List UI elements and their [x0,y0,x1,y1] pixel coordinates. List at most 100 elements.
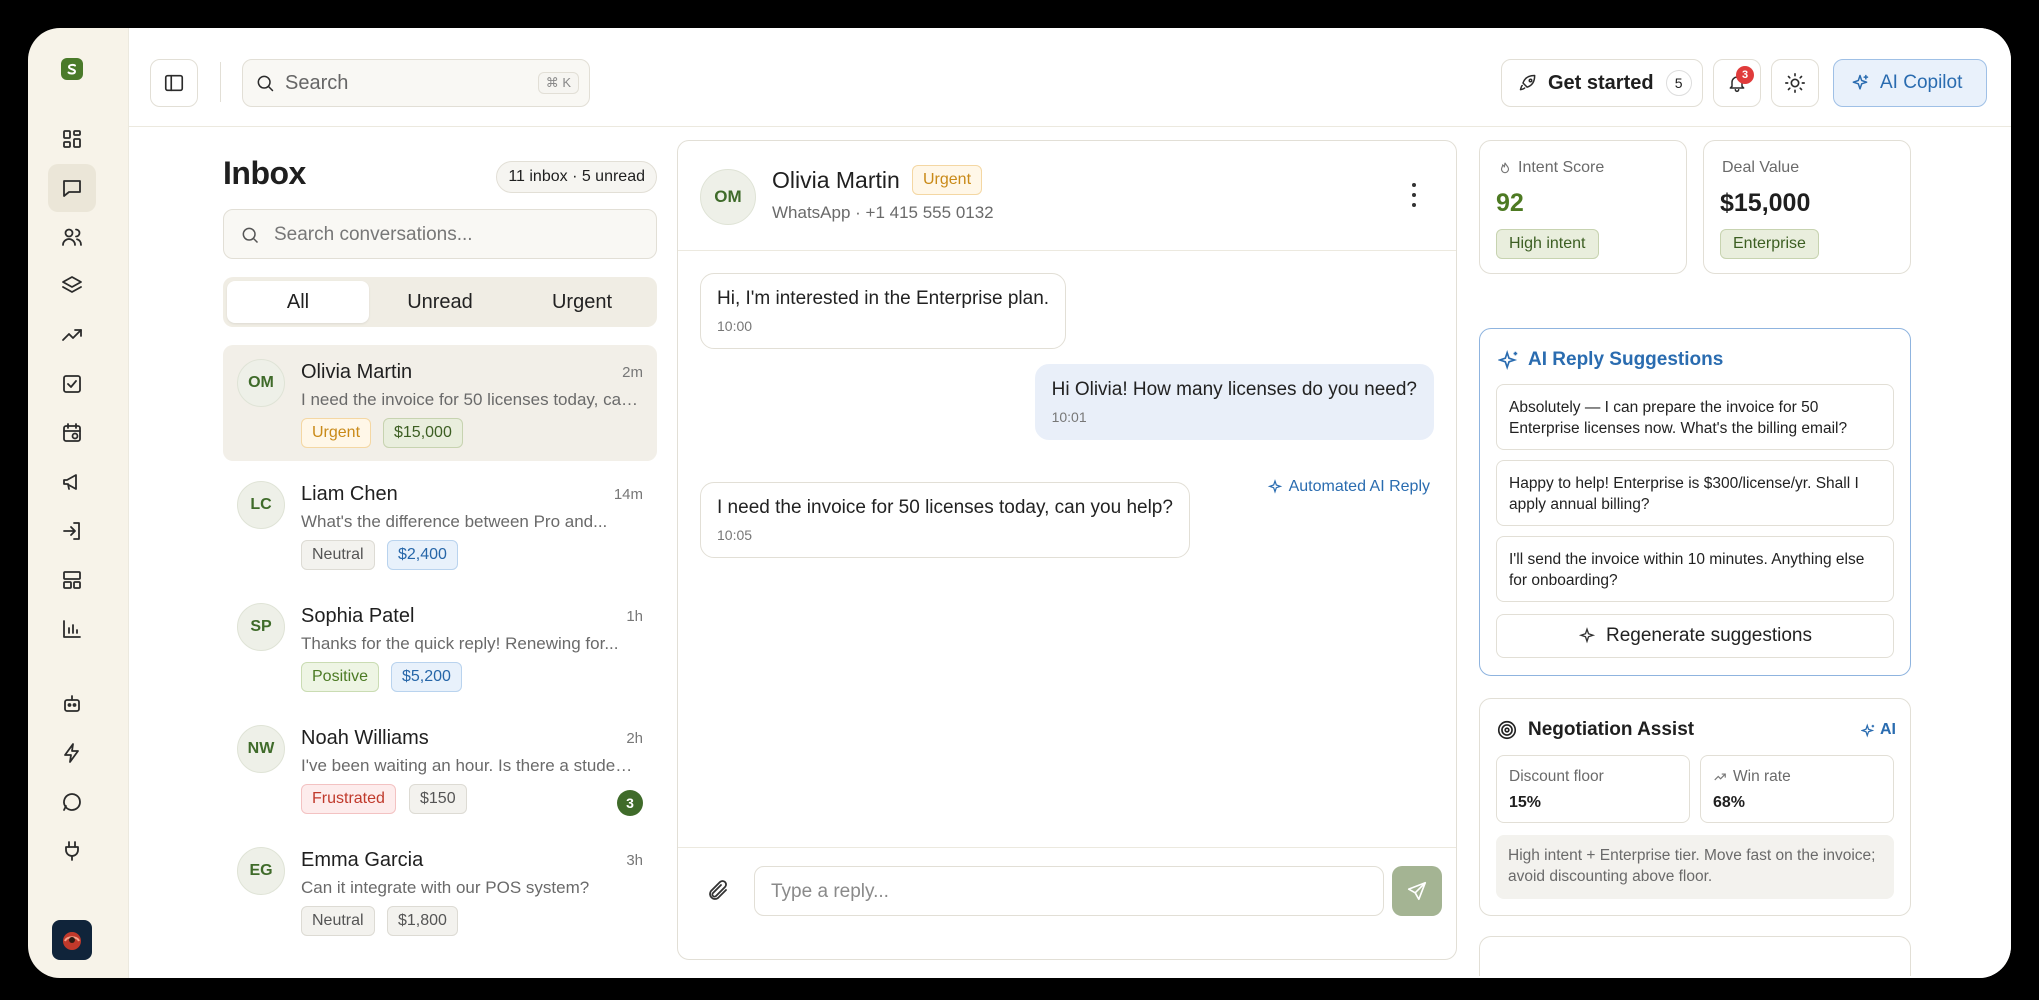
regenerate-button[interactable]: Regenerate suggestions [1496,614,1894,658]
global-search-input[interactable]: Search ⌘ K [242,59,590,107]
notifications-button[interactable]: 3 [1713,59,1761,107]
target-icon [1497,720,1517,740]
reply-placeholder: Type a reply... [771,881,889,902]
suggestion-item[interactable]: Absolutely — I can prepare the invoice f… [1496,384,1894,450]
import-icon[interactable] [48,507,96,555]
conversation-name: Olivia Martin [301,361,413,383]
conversation-preview: Can it integrate with our POS system? [301,878,590,897]
calendar-icon[interactable] [48,409,96,457]
dashboard-icon[interactable] [48,115,96,163]
deal-value-tag: $5,200 [391,662,462,692]
deal-value-amount: $15,000 [1720,189,1811,217]
tab-unread[interactable]: Unread [369,281,511,323]
sparkle-icon [1852,74,1869,90]
send-button[interactable] [1392,866,1442,916]
reply-composer: Type a reply... [678,847,1456,959]
ai-suggestions-card: AI Reply Suggestions Absolutely — I can … [1479,328,1911,676]
discount-floor-label: Discount floor [1509,768,1604,785]
avatar: SP [237,603,285,651]
conversation-item[interactable]: LC Liam Chen 14m What's the difference b… [223,467,657,583]
plug-icon[interactable] [48,827,96,875]
conversation-search-input[interactable]: Search conversations... [223,209,657,259]
bar-chart-icon[interactable] [48,605,96,653]
sparkle-icon [1267,479,1282,494]
trending-icon [1714,773,1726,781]
conversation-item[interactable]: EG Emma Garcia 3h Can it integrate with … [223,833,657,949]
zap-icon[interactable] [48,729,96,777]
topbar: Search ⌘ K Get started 5 3 AI Copilot [129,28,2011,127]
filter-tabs: All Unread Urgent [223,277,657,327]
win-rate-box: Win rate 68% [1700,755,1894,823]
conversation-time: 2m [622,364,643,381]
conversation-preview: Thanks for the quick reply! Renewing for… [301,634,619,653]
conversation-preview: I've been waiting an hour. Is there a st… [301,756,641,775]
intent-score-value: 92 [1496,189,1524,217]
nav-rail [28,28,128,978]
rocket-icon [1519,74,1536,91]
avatar: LC [237,481,285,529]
reply-input[interactable]: Type a reply... [754,866,1384,916]
inbox-summary-badge: 11 inbox · 5 unread [496,161,657,193]
trending-icon[interactable] [48,311,96,359]
divider [220,62,221,102]
chat-header: OM Olivia Martin Urgent WhatsApp · +1 41… [678,141,1456,251]
discount-floor-box: Discount floor 15% [1496,755,1690,823]
conversation-item[interactable]: OM Olivia Martin 2m I need the invoice f… [223,345,657,461]
negotiation-title: Negotiation Assist [1496,719,1694,741]
deal-value-label: Deal Value [1722,159,1800,176]
tab-all[interactable]: All [227,281,369,323]
search-icon [242,227,259,244]
conversation-name: Sophia Patel [301,605,415,627]
ai-copilot-button[interactable]: AI Copilot [1833,59,1987,107]
deal-value-tag: $1,800 [387,906,458,936]
users-icon[interactable] [48,213,96,261]
ai-suggestions-title: AI Reply Suggestions [1498,349,1723,371]
more-options-icon[interactable] [1410,183,1418,207]
sidebar-icon [164,74,184,92]
message-time: 10:01 [1051,409,1087,425]
paperclip-icon[interactable] [706,879,730,903]
contact-channel: WhatsApp · +1 415 555 0132 [772,203,994,222]
conversation-time: 2h [626,730,643,747]
conversation-time: 14m [613,486,643,503]
logo-icon[interactable] [61,58,83,80]
chat-panel: OM Olivia Martin Urgent WhatsApp · +1 41… [677,140,1457,960]
message-incoming: Hi, I'm interested in the Enterprise pla… [700,273,1067,349]
ai-label: AI [1861,721,1896,739]
megaphone-icon[interactable] [48,458,96,506]
message-circle-icon[interactable] [48,778,96,826]
ai-copilot-label: AI Copilot [1880,72,1963,93]
intent-score-label: Intent Score [1498,159,1604,177]
bot-icon[interactable] [48,680,96,728]
tasks-icon[interactable] [48,360,96,408]
conversation-item[interactable]: NW Noah Williams 2h I've been waiting an… [223,711,657,827]
message-text: Hi Olivia! How many licenses do you need… [1051,379,1417,400]
layout-icon[interactable] [48,556,96,604]
suggestion-item[interactable]: I'll send the invoice within 10 minutes.… [1496,536,1894,602]
contact-avatar: OM [700,169,756,225]
search-icon [257,75,274,92]
get-started-button[interactable]: Get started 5 [1501,59,1703,107]
message-time: 10:00 [717,318,753,334]
intent-level-badge: High intent [1496,229,1599,259]
theme-toggle-button[interactable] [1771,59,1819,107]
conversation-name: Liam Chen [301,483,398,505]
discount-floor-value: 15% [1509,794,1542,811]
tab-urgent[interactable]: Urgent [511,281,653,323]
conversation-preview: What's the difference between Pro and... [301,512,608,531]
main-panel: Search ⌘ K Get started 5 3 AI Copilot In… [128,28,2011,978]
sidebar-toggle-button[interactable] [150,59,198,107]
conversation-item[interactable]: SP Sophia Patel 1h Thanks for the quick … [223,589,657,705]
conversation-preview: I need the invoice for 50 licenses today… [301,390,641,409]
intent-score-card: Intent Score 92 High intent [1479,140,1687,274]
layers-icon[interactable] [48,262,96,310]
get-started-count: 5 [1665,70,1692,96]
user-avatar[interactable] [52,920,92,960]
message-text: Hi, I'm interested in the Enterprise pla… [717,288,1050,309]
chat-icon[interactable] [48,164,96,212]
sparkle-icon [1578,627,1596,644]
negotiation-note: High intent + Enterprise tier. Move fast… [1496,835,1894,899]
app-screen: Search ⌘ K Get started 5 3 AI Copilot In… [28,28,2011,978]
conversation-time: 1h [626,608,643,625]
suggestion-item[interactable]: Happy to help! Enterprise is $300/licens… [1496,460,1894,526]
